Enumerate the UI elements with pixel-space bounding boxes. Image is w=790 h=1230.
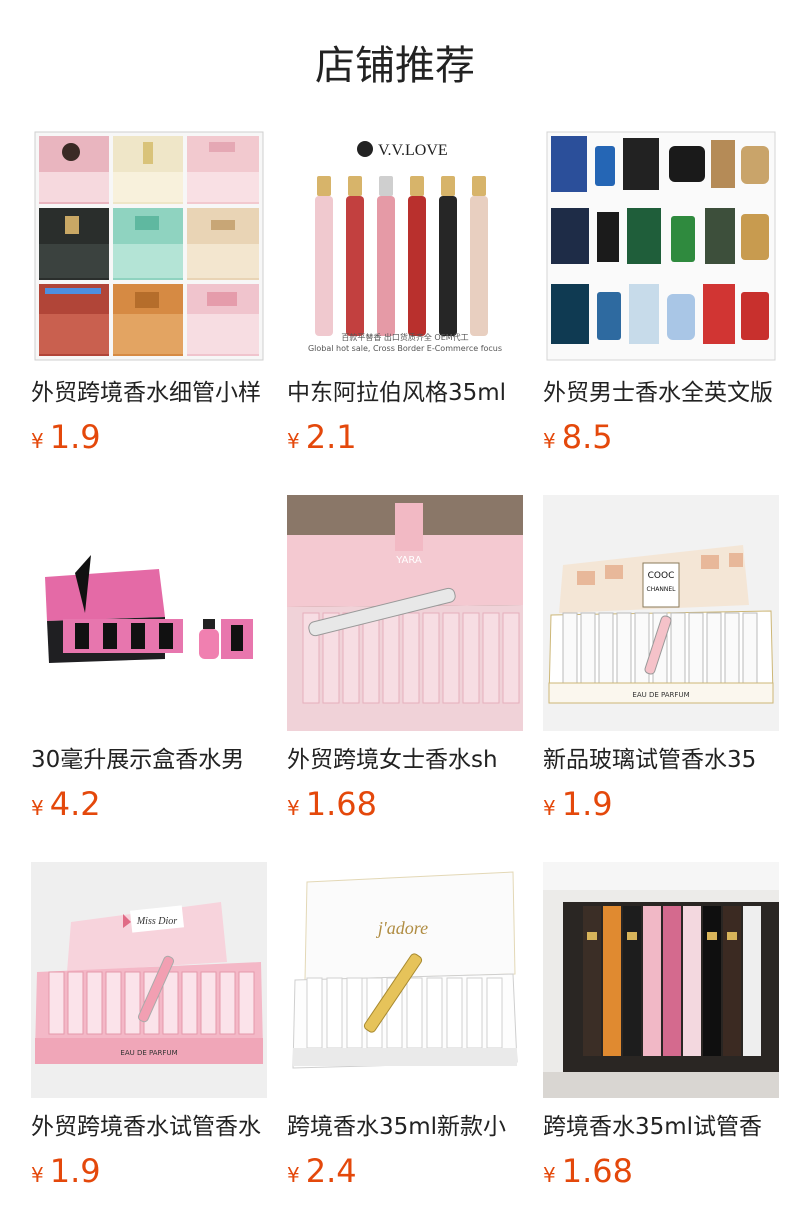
currency-symbol: ¥ bbox=[287, 429, 300, 453]
page-title: 店铺推荐 bbox=[315, 43, 475, 89]
price-value: 4.2 bbox=[49, 785, 101, 823]
brand-text: Miss Dior bbox=[136, 916, 177, 927]
product-name[interactable]: 外贸跨境香水细管小样 bbox=[31, 373, 267, 413]
brand-text: V.V.LOVE bbox=[378, 142, 448, 159]
product-price: ¥1.9 bbox=[31, 416, 101, 464]
product-image[interactable]: Miss Dior EAU DE PARFUM bbox=[31, 862, 267, 1098]
product-name[interactable]: 30毫升展示盒香水男 bbox=[31, 740, 267, 780]
brand-text: YARA bbox=[395, 555, 422, 566]
product-card[interactable]: YARA 外贸跨境女士香水sh ¥1.68 bbox=[287, 495, 523, 862]
product-name[interactable]: 外贸跨境女士香水sh bbox=[287, 740, 523, 780]
product-price: ¥4.2 bbox=[31, 783, 101, 831]
product-card[interactable]: 跨境香水35ml试管香 ¥1.68 bbox=[543, 862, 779, 1229]
product-name[interactable]: 跨境香水35ml新款小 bbox=[287, 1107, 523, 1147]
image-caption: Global hot sale, Cross Border E-Commerce… bbox=[308, 344, 502, 353]
product-image[interactable]: V.V.LOVE 百款平替香 出口货质齐全 OEM代工 Global hot s… bbox=[287, 128, 523, 364]
product-image[interactable] bbox=[543, 128, 779, 364]
brand-text: j'adore bbox=[376, 918, 428, 938]
product-card[interactable]: 外贸跨境香水细管小样 ¥1.9 bbox=[31, 128, 267, 495]
product-name[interactable]: 中东阿拉伯风格35ml bbox=[287, 373, 523, 413]
price-value: 8.5 bbox=[561, 418, 613, 456]
image-caption: EAU DE PARFUM bbox=[632, 691, 689, 699]
product-price: ¥1.9 bbox=[543, 783, 613, 831]
product-price: ¥1.68 bbox=[543, 1150, 633, 1198]
currency-symbol: ¥ bbox=[543, 1163, 556, 1187]
product-image[interactable]: j'adore bbox=[287, 862, 523, 1098]
currency-symbol: ¥ bbox=[31, 429, 44, 453]
price-value: 1.9 bbox=[49, 418, 101, 456]
product-image[interactable]: YARA bbox=[287, 495, 523, 731]
product-name[interactable]: 跨境香水35ml试管香 bbox=[543, 1107, 779, 1147]
image-caption: 百款平替香 出口货质齐全 OEM代工 bbox=[341, 332, 468, 342]
currency-symbol: ¥ bbox=[287, 796, 300, 820]
product-card[interactable]: 外贸男士香水全英文版 ¥8.5 bbox=[543, 128, 779, 495]
product-name[interactable]: 外贸跨境香水试管香水 bbox=[31, 1107, 267, 1147]
product-card[interactable]: j'adore 跨境香水35ml新款小 ¥2.4 bbox=[287, 862, 523, 1229]
brand-text: CHANNEL bbox=[647, 586, 677, 593]
product-image[interactable] bbox=[543, 862, 779, 1098]
product-name[interactable]: 新品玻璃试管香水35 bbox=[543, 740, 779, 780]
price-value: 1.9 bbox=[561, 785, 613, 823]
product-card[interactable]: Miss Dior EAU DE PARFUM 外贸跨境香水试管香水 ¥1.9 bbox=[31, 862, 267, 1229]
currency-symbol: ¥ bbox=[287, 1163, 300, 1187]
product-card[interactable]: 30毫升展示盒香水男 ¥4.2 bbox=[31, 495, 267, 862]
product-card[interactable]: COOC CHANNEL EAU DE PARFUM 新品玻璃试管香水35 ¥1… bbox=[543, 495, 779, 862]
product-card[interactable]: V.V.LOVE 百款平替香 出口货质齐全 OEM代工 Global hot s… bbox=[287, 128, 523, 495]
price-value: 1.9 bbox=[49, 1152, 101, 1190]
product-image[interactable] bbox=[31, 128, 267, 364]
price-value: 2.4 bbox=[305, 1152, 357, 1190]
image-caption: EAU DE PARFUM bbox=[120, 1049, 177, 1057]
currency-symbol: ¥ bbox=[31, 1163, 44, 1187]
product-image[interactable] bbox=[31, 495, 267, 731]
product-price: ¥1.68 bbox=[287, 783, 377, 831]
product-price: ¥2.4 bbox=[287, 1150, 357, 1198]
product-grid: 外贸跨境香水细管小样 ¥1.9 V.V.LOVE 百款平替香 出口货质齐全 OE… bbox=[31, 128, 790, 1229]
currency-symbol: ¥ bbox=[543, 796, 556, 820]
product-price: ¥1.9 bbox=[31, 1150, 101, 1198]
product-price: ¥8.5 bbox=[543, 416, 613, 464]
product-price: ¥2.1 bbox=[287, 416, 357, 464]
product-name[interactable]: 外贸男士香水全英文版 bbox=[543, 373, 779, 413]
brand-text: COOC bbox=[648, 571, 675, 581]
product-image[interactable]: COOC CHANNEL EAU DE PARFUM bbox=[543, 495, 779, 731]
price-value: 2.1 bbox=[305, 418, 357, 456]
currency-symbol: ¥ bbox=[31, 796, 44, 820]
price-value: 1.68 bbox=[305, 785, 377, 823]
price-value: 1.68 bbox=[561, 1152, 633, 1190]
store-recommendation-page: 店铺推荐 外贸跨境香水细管小样 ¥ 1.9 V.V.LOVE 百款平替香 出口货… bbox=[0, 0, 790, 1230]
currency-symbol: ¥ bbox=[543, 429, 556, 453]
